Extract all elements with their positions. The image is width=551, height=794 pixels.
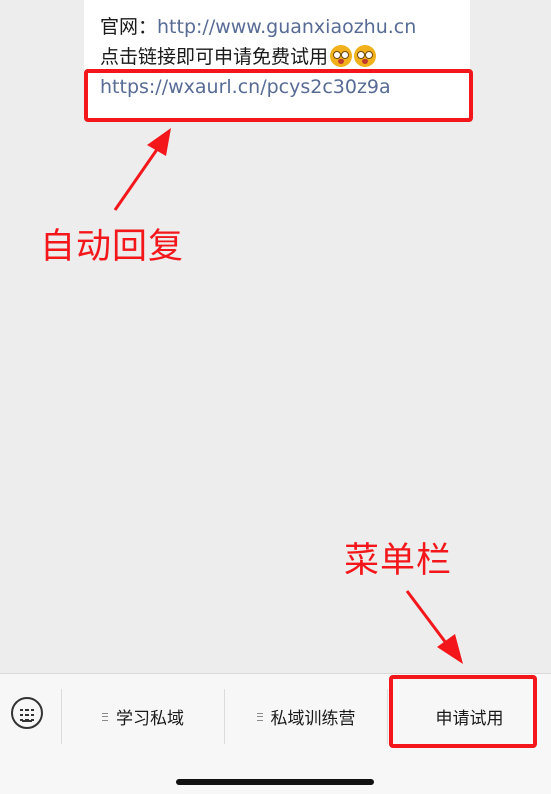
home-indicator xyxy=(176,779,374,785)
menu-item-learn-private-domain[interactable]: 学习私域 xyxy=(62,689,224,744)
keyboard-icon[interactable] xyxy=(11,697,43,729)
menu-bar: 学习私域 私域训练营 申请试用 xyxy=(0,673,551,794)
submenu-icon xyxy=(102,712,108,721)
submenu-icon xyxy=(256,712,263,721)
menu-item-training-camp[interactable]: 私域训练营 xyxy=(225,689,387,744)
menu-bar-arrow xyxy=(405,590,463,664)
menu-item-label: 学习私域 xyxy=(116,709,184,729)
menu-item-label: 私域训练营 xyxy=(270,709,356,729)
chat-area: 官网：http://www.guanxiaozhu.cn 点击链接即可申请免费试… xyxy=(0,0,551,673)
menu-highlight-box xyxy=(389,675,537,748)
